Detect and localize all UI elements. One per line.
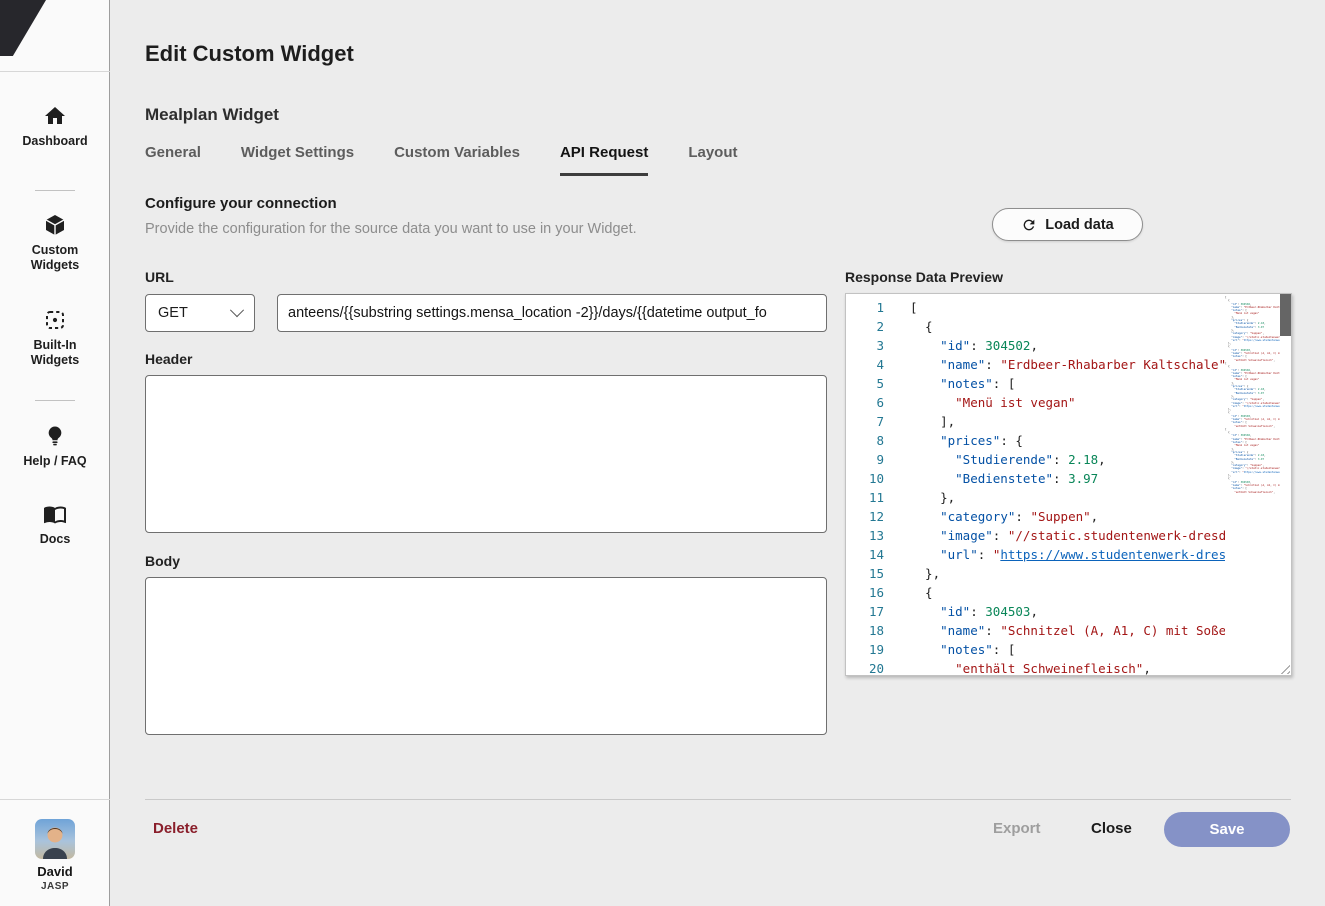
export-button[interactable]: Export — [993, 820, 1041, 837]
sidebar: Dashboard Custom Widgets Built-In Widget… — [0, 0, 110, 906]
code-editor-lines: 1[2 {3 "id": 304502,4 "name": "Erdbeer-R… — [846, 298, 1225, 675]
tab-layout[interactable]: Layout — [688, 144, 737, 176]
page-title: Edit Custom Widget — [145, 41, 354, 67]
load-data-label: Load data — [1045, 217, 1113, 233]
lightbulb-icon — [43, 424, 67, 448]
app-root: Dashboard Custom Widgets Built-In Widget… — [0, 0, 1325, 906]
resize-grip-icon[interactable] — [1277, 661, 1290, 674]
load-data-button[interactable]: Load data — [992, 208, 1143, 241]
chevron-down-icon — [230, 303, 244, 317]
sidebar-item-builtin-widgets[interactable]: Built-In Widgets — [0, 308, 110, 368]
http-method-value: GET — [158, 305, 188, 321]
delete-button[interactable]: Delete — [153, 820, 198, 837]
user-org: JASP — [0, 881, 110, 892]
url-input[interactable] — [277, 294, 827, 332]
save-button[interactable]: Save — [1164, 812, 1290, 847]
tab-widget-settings[interactable]: Widget Settings — [241, 144, 354, 176]
avatar — [35, 819, 75, 859]
book-icon — [43, 502, 67, 526]
editor-scrollbar-thumb[interactable] — [1280, 294, 1291, 336]
home-icon — [43, 104, 67, 128]
response-data-editor[interactable]: 1[2 {3 "id": 304502,4 "name": "Erdbeer-R… — [845, 293, 1292, 676]
sidebar-item-label: Dashboard — [0, 134, 110, 149]
body-textarea[interactable] — [145, 577, 827, 735]
sidebar-divider — [35, 400, 75, 401]
sidebar-item-help-faq[interactable]: Help / FAQ — [0, 424, 110, 469]
user-profile[interactable]: David JASP — [0, 819, 110, 892]
sidebar-item-docs[interactable]: Docs — [0, 502, 110, 547]
app-logo-icon — [0, 0, 46, 56]
main-content: Edit Custom Widget Mealplan Widget Gener… — [110, 0, 1325, 906]
sidebar-item-label: Help / FAQ — [0, 454, 110, 469]
sidebar-item-label: Docs — [0, 532, 110, 547]
response-preview-label: Response Data Preview — [845, 269, 1003, 285]
tab-general[interactable]: General — [145, 144, 201, 176]
header-textarea[interactable] — [145, 375, 827, 533]
url-label: URL — [145, 269, 174, 285]
http-method-select[interactable]: GET — [145, 294, 255, 332]
section-description: Provide the configuration for the source… — [145, 221, 637, 237]
sidebar-item-custom-widgets[interactable]: Custom Widgets — [0, 213, 110, 273]
footer-divider — [145, 799, 1291, 800]
tab-custom-variables[interactable]: Custom Variables — [394, 144, 520, 176]
refresh-icon — [1021, 217, 1037, 233]
sidebar-divider — [0, 71, 110, 72]
sidebar-divider — [35, 190, 75, 191]
tab-api-request[interactable]: API Request — [560, 144, 648, 176]
tab-bar: General Widget Settings Custom Variables… — [145, 144, 738, 176]
dashed-box-icon — [43, 308, 67, 332]
editor-minimap[interactable]: [ { "id": 304502, "name": "Erdbeer-Rhaba… — [1225, 296, 1280, 673]
sidebar-item-label: Custom Widgets — [0, 243, 110, 273]
header-label: Header — [145, 351, 192, 367]
sidebar-item-dashboard[interactable]: Dashboard — [0, 104, 110, 149]
cube-icon — [43, 213, 67, 237]
user-name: David — [0, 864, 110, 879]
body-label: Body — [145, 553, 180, 569]
sidebar-divider — [0, 799, 110, 800]
widget-name: Mealplan Widget — [145, 105, 279, 125]
close-button[interactable]: Close — [1091, 820, 1132, 837]
sidebar-item-label: Built-In Widgets — [0, 338, 110, 368]
section-heading: Configure your connection — [145, 195, 337, 212]
